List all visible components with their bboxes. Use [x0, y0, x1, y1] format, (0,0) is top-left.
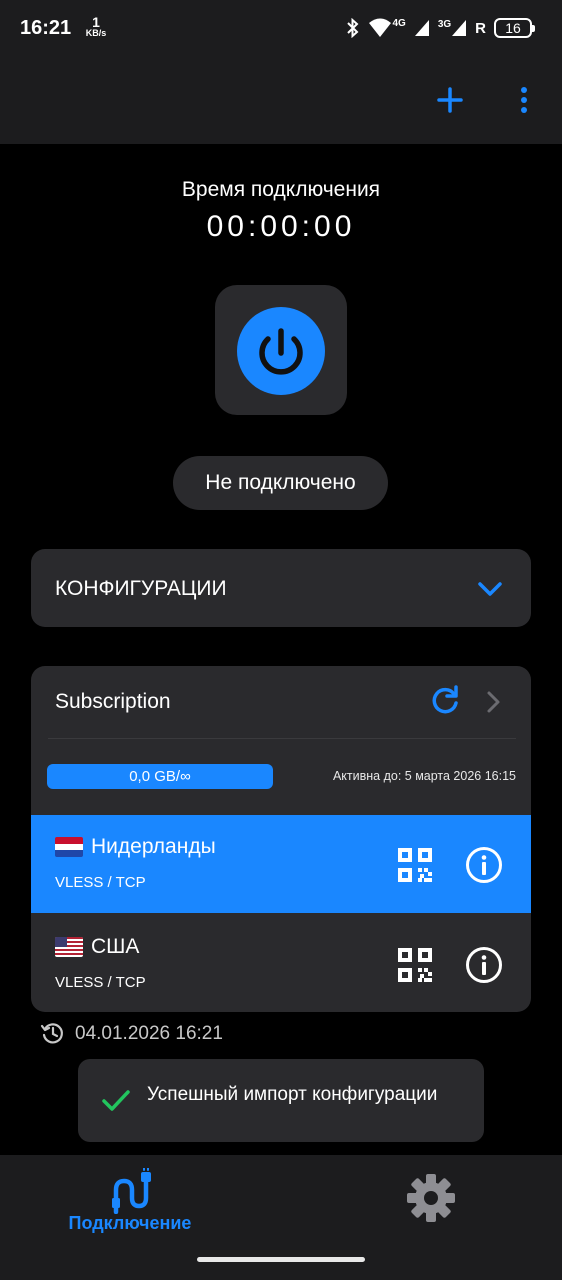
server-name: Нидерланды — [91, 835, 216, 858]
more-menu-button[interactable] — [510, 82, 538, 118]
speed-unit: KB/s — [85, 28, 107, 38]
network-type-4g: 4G — [392, 18, 406, 29]
server-item-netherlands[interactable]: Нидерланды VLESS / TCP — [31, 815, 531, 913]
plus-icon — [437, 87, 463, 113]
add-config-button[interactable] — [432, 82, 468, 118]
refresh-icon — [432, 685, 458, 714]
traffic-usage-bar: 0,0 GB/∞ — [47, 764, 273, 789]
wifi-icon — [369, 18, 392, 37]
refresh-subscription-button[interactable] — [428, 684, 462, 718]
roaming-indicator: R — [475, 19, 486, 37]
connection-status: Не подключено — [173, 456, 388, 510]
timer-label: Время подключения — [181, 178, 381, 201]
network-speed: 1 KB/s — [82, 15, 110, 38]
configurations-title: КОНФИГУРАЦИИ — [55, 577, 227, 600]
signal-icon-2 — [452, 20, 467, 36]
nav-connection-label[interactable]: Подключение — [40, 1213, 220, 1234]
info-icon[interactable] — [465, 946, 503, 984]
server-protocol: VLESS / TCP — [55, 874, 146, 891]
netherlands-flag-icon — [55, 837, 83, 857]
status-icons: 4G 3G R 16 — [346, 16, 535, 40]
subscription-title: Subscription — [55, 690, 171, 713]
traffic-usage: 0,0 GB/∞ — [129, 768, 191, 785]
battery-icon: 16 — [494, 18, 535, 38]
info-icon[interactable] — [465, 846, 503, 884]
status-time: 16:21 — [20, 17, 72, 39]
battery-level: 16 — [505, 20, 521, 36]
toast-message: Успешный импорт конфигурации — [147, 1084, 438, 1105]
chevron-down-icon[interactable] — [476, 578, 504, 600]
server-name-row: США — [55, 935, 139, 959]
last-update-time: 04.01.2026 16:21 — [75, 1023, 223, 1044]
history-icon — [40, 1021, 64, 1045]
network-type-3g: 3G — [437, 19, 452, 30]
plug-cable-icon[interactable] — [106, 1167, 154, 1215]
signal-icon — [414, 20, 429, 36]
chevron-right-icon — [487, 691, 500, 713]
qr-code-icon[interactable] — [398, 848, 432, 882]
check-icon — [100, 1086, 132, 1114]
more-vert-icon — [521, 87, 527, 113]
server-item-usa[interactable]: США VLESS / TCP — [31, 913, 531, 1011]
subscription-expiry: Активна до: 5 марта 2026 16:15 — [332, 769, 516, 783]
speed-value: 1 — [92, 14, 100, 30]
gear-icon[interactable] — [405, 1172, 457, 1224]
server-protocol: VLESS / TCP — [55, 974, 146, 991]
usa-flag-icon — [55, 937, 83, 957]
power-button[interactable] — [237, 307, 325, 395]
divider — [48, 738, 516, 739]
subscription-details-button[interactable] — [482, 688, 504, 716]
server-name-row: Нидерланды — [55, 835, 216, 859]
bluetooth-icon — [347, 18, 359, 38]
server-name: США — [91, 935, 140, 958]
qr-code-icon[interactable] — [398, 948, 432, 982]
connection-timer: 00:00:00 — [206, 210, 356, 243]
app-bar — [0, 56, 562, 144]
power-icon — [259, 328, 303, 375]
home-indicator[interactable] — [197, 1257, 365, 1262]
